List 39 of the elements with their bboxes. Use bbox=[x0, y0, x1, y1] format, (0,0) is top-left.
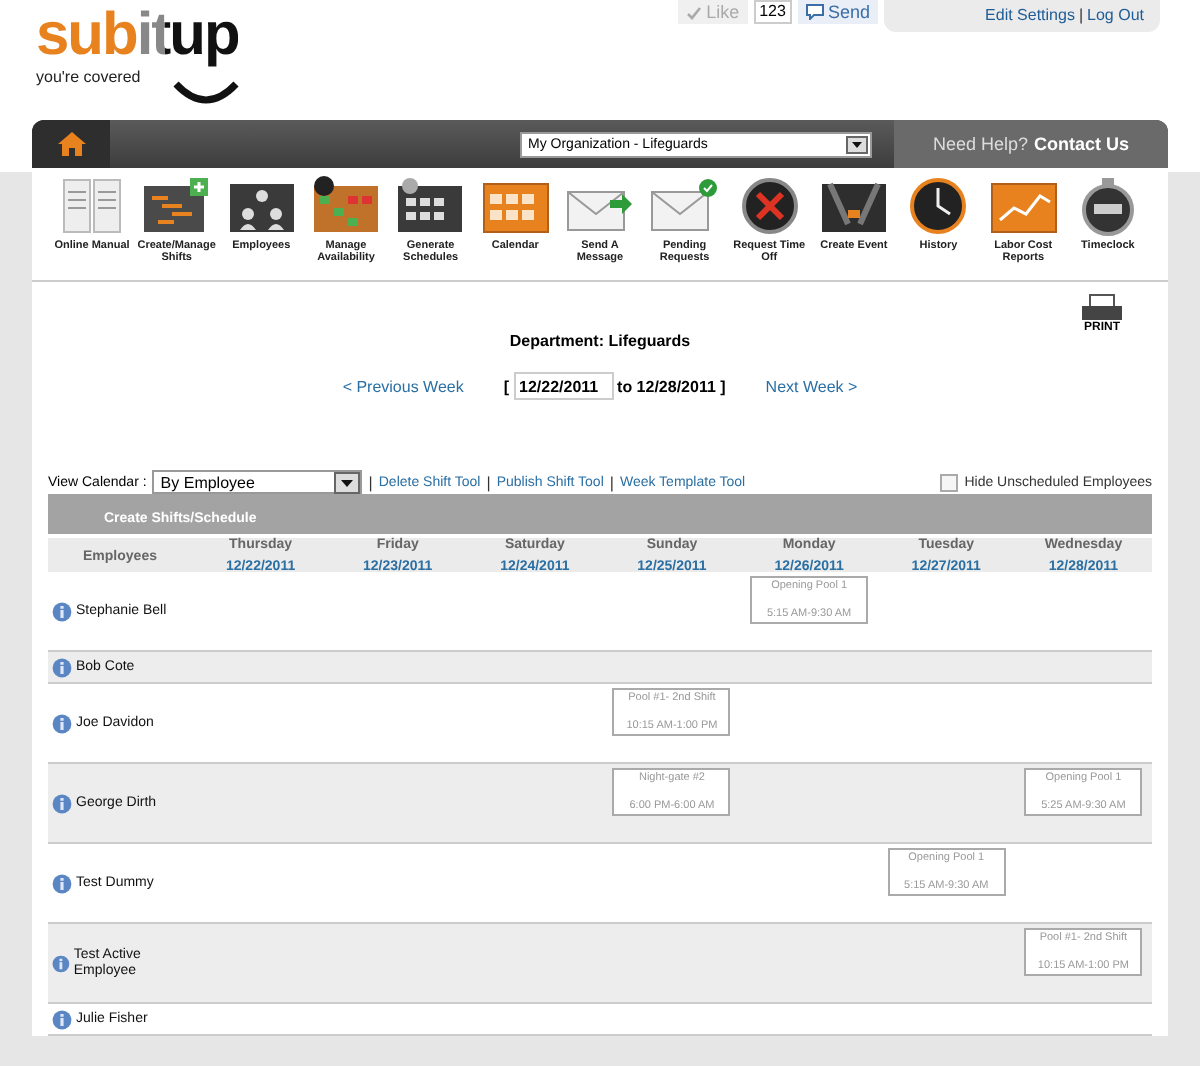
info-icon bbox=[52, 657, 72, 677]
logo: subitup bbox=[36, 4, 239, 68]
printer-icon bbox=[1080, 294, 1124, 322]
separator: | bbox=[486, 473, 491, 491]
gear-grid-icon bbox=[396, 176, 465, 236]
send-button[interactable]: Send bbox=[797, 0, 878, 24]
check-icon bbox=[686, 5, 703, 19]
schedule-chart-icon bbox=[142, 176, 211, 236]
view-dropdown[interactable]: By Employee bbox=[152, 470, 363, 494]
tagline: you're covered bbox=[36, 68, 141, 86]
date-field[interactable]: 12/22/2011 bbox=[513, 372, 614, 400]
separator: | bbox=[368, 473, 373, 491]
availability-grid-icon bbox=[311, 176, 380, 236]
account-link[interactable]: Edit Settings bbox=[985, 5, 1075, 23]
contact-link[interactable]: Contact Us bbox=[1034, 134, 1130, 154]
help-text: Need Help? bbox=[932, 134, 1028, 154]
speech-bubble-icon bbox=[805, 4, 824, 20]
department-title: Department: Lifeguards bbox=[509, 332, 691, 350]
home-icon bbox=[57, 132, 85, 156]
previous-week-link[interactable]: < Previous Week bbox=[342, 377, 464, 395]
checkbox[interactable] bbox=[940, 473, 959, 491]
info-icon bbox=[52, 1009, 72, 1029]
end-date: to 12/28/2011 ] bbox=[617, 377, 726, 395]
separator: | bbox=[1078, 5, 1084, 23]
manual-icon bbox=[58, 176, 126, 236]
info-icon bbox=[52, 953, 70, 973]
info-icon bbox=[52, 873, 72, 893]
bracket: [ bbox=[503, 377, 510, 395]
info-icon bbox=[52, 713, 72, 733]
next-week-link[interactable]: Next Week > bbox=[765, 377, 858, 395]
info-icon bbox=[52, 793, 72, 813]
smile-icon bbox=[172, 80, 241, 104]
envelope-check-icon bbox=[650, 176, 719, 236]
dropdown-arrow-icon bbox=[846, 135, 868, 153]
like-count: 123 bbox=[753, 0, 792, 24]
info-icon bbox=[52, 601, 72, 621]
home-button[interactable] bbox=[32, 120, 110, 168]
account-link[interactable]: Log Out bbox=[1087, 5, 1144, 23]
separator: | bbox=[609, 473, 614, 491]
